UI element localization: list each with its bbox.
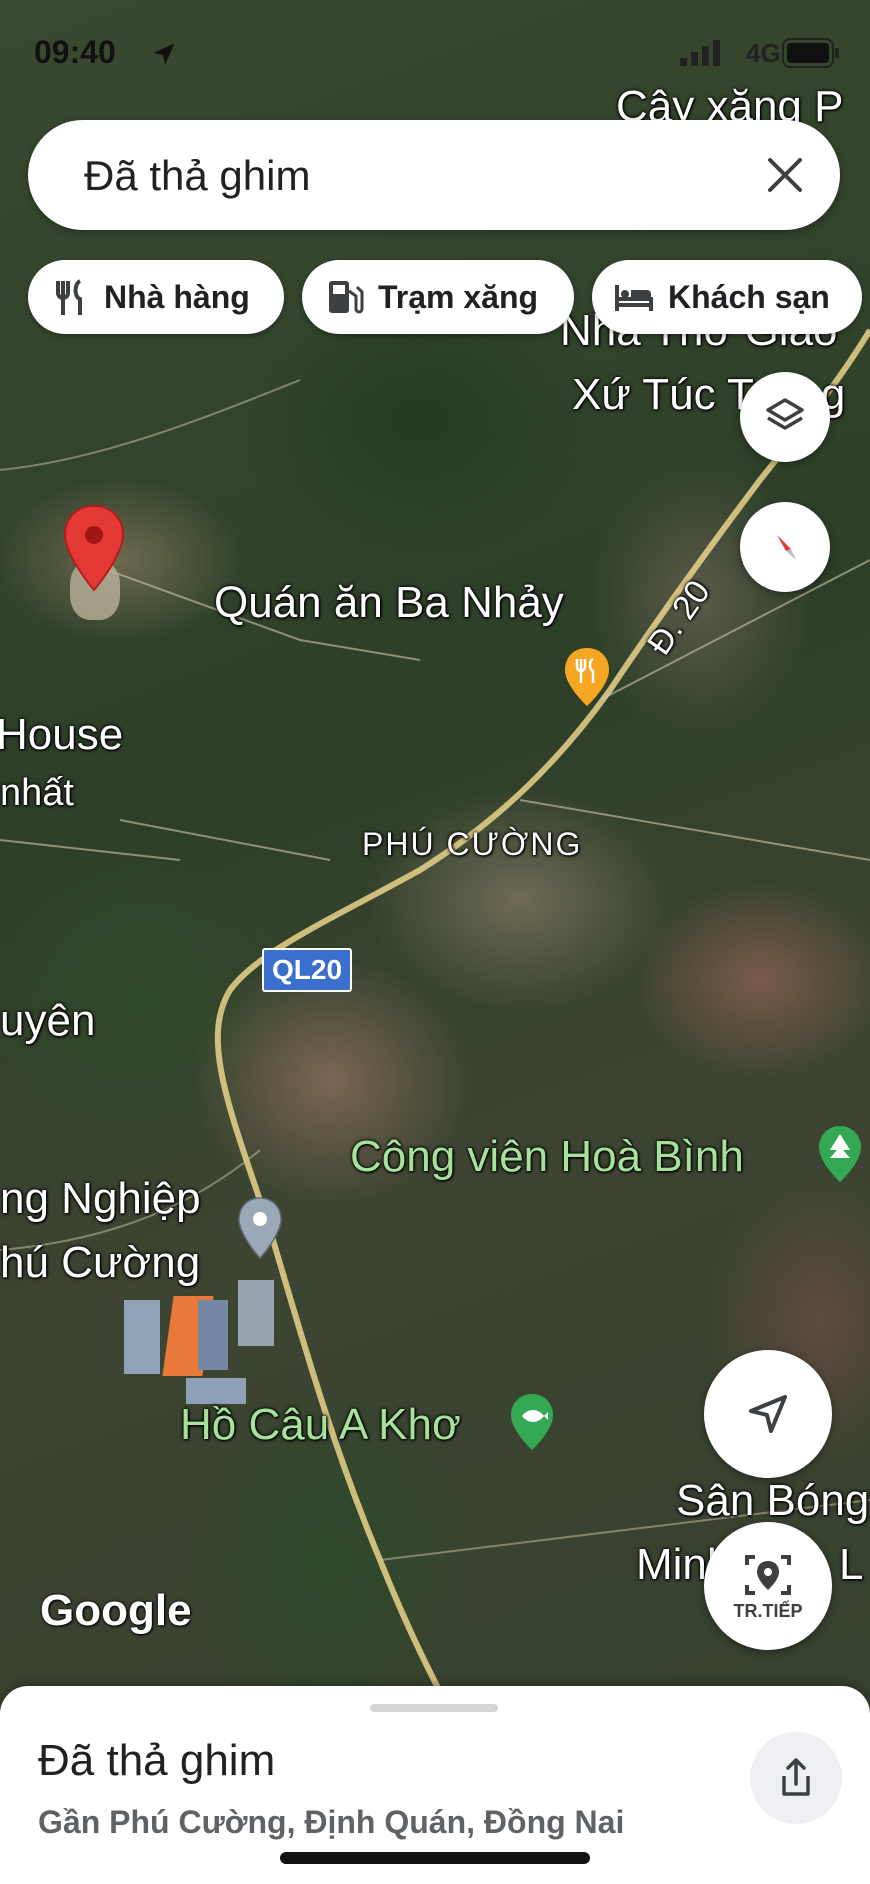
restaurant-icon [56,279,82,315]
google-logo: Google [40,1586,192,1635]
signal-icon [680,40,720,66]
close-icon[interactable] [756,146,814,204]
compass-button[interactable] [740,502,830,592]
restaurant-pin-icon[interactable] [562,646,612,708]
share-button[interactable] [750,1732,842,1824]
chip-label: Trạm xăng [378,278,539,315]
map-label-restaurant[interactable]: Quán ăn Ba Nhảy [214,578,564,628]
home-indicator[interactable] [280,1852,590,1864]
industrial-roof [124,1300,160,1374]
chip-restaurants[interactable]: Nhà hàng [28,260,284,334]
layers-icon [766,398,804,430]
status-bar: 09:40 4G [0,30,870,76]
map-label-industrial[interactable]: hú Cường [0,1238,200,1288]
search-input[interactable]: Đã thả ghim [84,152,310,200]
map-label-town: PHÚ CƯỜNG [362,826,583,862]
place-address: Gần Phú Cường, Định Quán, Đồng Nai [38,1804,625,1840]
share-icon [782,1758,810,1796]
chip-label: Khách sạn [668,278,830,315]
gas-station-icon [329,281,364,314]
dropped-pin-icon[interactable] [62,504,126,592]
navigation-arrow-icon [749,1395,787,1433]
live-view-label: TR.TIẾP [733,1600,803,1621]
highway-shield: QL20 [262,948,353,992]
location-arrow-icon [153,43,175,65]
industrial-roof [198,1300,228,1370]
my-location-button[interactable] [704,1350,832,1478]
hotel-icon [615,285,653,311]
chip-hotels[interactable]: Khách sạn [592,260,862,334]
industrial-pin-icon[interactable] [236,1196,284,1260]
chip-gas-stations[interactable]: Trạm xăng [302,260,574,334]
place-title: Đã thả ghim [38,1736,276,1785]
map-label-industrial[interactable]: ng Nghiệp [0,1174,201,1224]
status-time: 09:40 [34,34,116,70]
industrial-roof [238,1280,274,1346]
fishing-pin-icon[interactable] [508,1392,556,1452]
layers-button[interactable] [740,372,830,462]
map-label-fishing[interactable]: Hồ Câu A Khơ [180,1400,461,1450]
map-label-uyen: uyên [0,996,96,1045]
sheet-grabber[interactable] [370,1704,498,1712]
map-label-stadium[interactable]: Sân Bóng [676,1476,869,1526]
live-view-button[interactable]: TR.TIẾP [704,1522,832,1650]
network-type: 4G [746,38,781,68]
map-label-park[interactable]: Công viên Hoà Bình [350,1132,744,1182]
battery-icon [782,38,839,68]
location-scan-icon [745,1554,791,1595]
search-bar[interactable]: Đã thả ghim [28,120,840,230]
chip-label: Nhà hàng [104,278,250,315]
compass-icon [777,535,796,560]
map-label-house[interactable]: nhất [0,772,74,815]
map-label-house[interactable]: House [0,710,123,760]
park-pin-icon[interactable] [816,1124,864,1184]
